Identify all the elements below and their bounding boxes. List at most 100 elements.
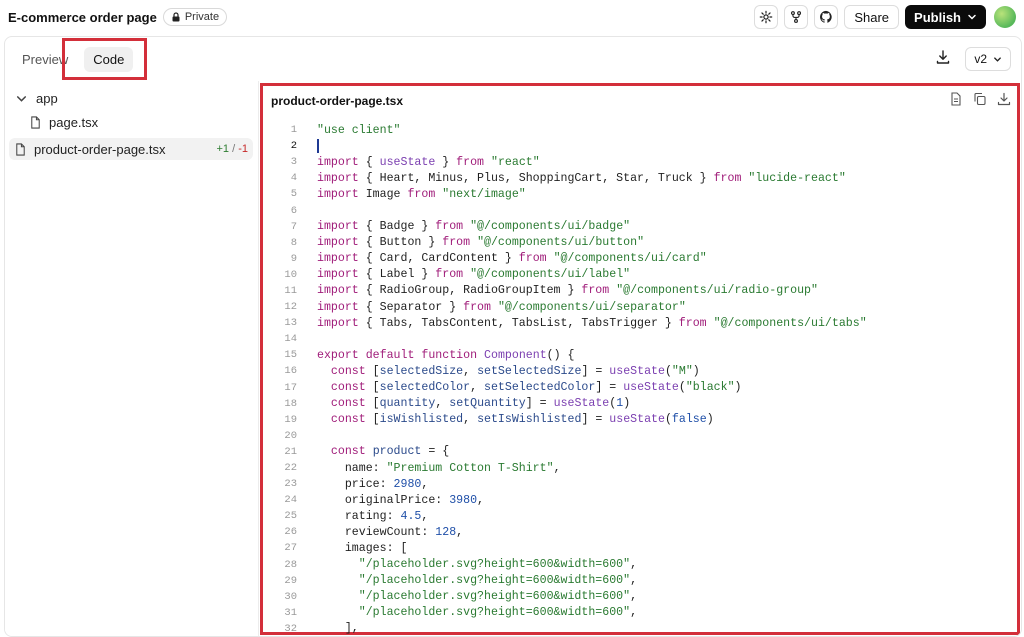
chevron-down-icon [16, 96, 27, 102]
line-number: 22 [284, 462, 297, 475]
code-text: import Image from "next/image" [317, 187, 526, 201]
workspace-panel: Preview Code v2 app page.tsx product-ord… [4, 36, 1022, 637]
code-text: const [selectedSize, setSelectedSize] = … [330, 364, 700, 378]
text-cursor [317, 139, 319, 154]
code-text: reviewCount: 128, [317, 525, 464, 539]
code-line[interactable]: 5 import Image from "next/image" [263, 186, 1017, 202]
line-number: 9 [290, 252, 297, 265]
fork-button[interactable] [784, 5, 809, 29]
line-number: 25 [284, 510, 297, 523]
line-number: 13 [284, 317, 297, 330]
code-line[interactable]: 8 import { Button } from "@/components/ui… [263, 235, 1017, 251]
code-line[interactable]: 12 import { Separator } from "@/component… [263, 299, 1017, 315]
file-text-icon [951, 91, 961, 106]
code-line[interactable]: 21 const product = { [263, 444, 1017, 460]
line-number: 2 [290, 140, 297, 153]
code-text: const [quantity, setQuantity] = useState… [330, 397, 631, 411]
code-line[interactable]: 30 "/placeholder.svg?height=600&width=60… [263, 589, 1017, 605]
download-file-button[interactable] [997, 92, 1011, 111]
code-text: originalPrice: 3980, [317, 493, 485, 507]
line-number: 18 [284, 397, 297, 410]
code-line[interactable]: 27 images: [ [263, 540, 1017, 556]
code-line[interactable]: 28 "/placeholder.svg?height=600&width=60… [263, 557, 1017, 573]
top-bar: E-commerce order page Private Share Publ… [0, 0, 1024, 34]
publish-button[interactable]: Publish [905, 5, 986, 29]
code-line[interactable]: 29 "/placeholder.svg?height=600&width=60… [263, 573, 1017, 589]
diff-separator: / [232, 143, 236, 155]
line-number: 23 [284, 478, 297, 491]
diff-removed: -1 [238, 143, 248, 155]
code-line[interactable]: 22 name: "Premium Cotton T-Shirt", [263, 460, 1017, 476]
line-number: 24 [284, 494, 297, 507]
project-title: E-commerce order page [8, 9, 157, 25]
code-text: "/placeholder.svg?height=600&width=600", [358, 574, 638, 588]
code-line[interactable]: 13 import { Tabs, TabsContent, TabsList, … [263, 315, 1017, 331]
code-line[interactable]: 26 reviewCount: 128, [263, 524, 1017, 540]
file-icon [16, 142, 25, 156]
folder-app[interactable]: app [15, 91, 58, 106]
folder-label: app [36, 91, 58, 106]
line-number: 8 [290, 236, 297, 249]
file-page-tsx[interactable]: page.tsx [29, 115, 98, 130]
code-line[interactable]: 7 import { Badge } from "@/components/ui/… [263, 219, 1017, 235]
code-line[interactable]: 17 const [selectedColor, setSelectedColo… [263, 380, 1017, 396]
code-header: product-order-page.tsx [271, 91, 1011, 111]
code-line[interactable]: 1 "use client" [263, 122, 1017, 138]
line-number: 31 [284, 606, 297, 619]
file-info-button[interactable] [949, 91, 963, 111]
code-text: import { Tabs, TabsContent, TabsList, Ta… [317, 316, 867, 330]
editor-actions [949, 91, 1011, 111]
line-number: 26 [284, 526, 297, 539]
code-line[interactable]: 2 [263, 138, 1017, 154]
code-line[interactable]: 23 price: 2980, [263, 476, 1017, 492]
code-line[interactable]: 4 import { Heart, Minus, Plus, ShoppingCa… [263, 170, 1017, 186]
line-number: 15 [284, 349, 297, 362]
code-text: ], [317, 622, 359, 636]
line-number: 12 [284, 301, 297, 314]
code-line[interactable]: 32 ], [263, 621, 1017, 636]
code-line[interactable]: 15 export default function Component() { [263, 347, 1017, 363]
settings-button[interactable] [754, 5, 779, 29]
line-number: 5 [290, 188, 297, 201]
code-line[interactable]: 20 [263, 428, 1017, 444]
code-lines[interactable]: 1 "use client" 2 3 import { useState } from … [263, 122, 1017, 636]
code-text: import { useState } from "react" [317, 155, 540, 169]
code-tab-highlight [62, 38, 147, 80]
version-label: v2 [974, 52, 987, 66]
line-number: 7 [290, 220, 297, 233]
code-text: name: "Premium Cotton T-Shirt", [317, 461, 561, 475]
file-product-order-page[interactable]: product-order-page.tsx +1 / -1 [9, 138, 253, 160]
copy-button[interactable] [973, 92, 987, 111]
private-badge[interactable]: Private [162, 8, 228, 26]
share-button[interactable]: Share [844, 5, 900, 29]
version-select[interactable]: v2 [965, 47, 1011, 71]
avatar[interactable] [994, 6, 1016, 28]
code-line[interactable]: 24 originalPrice: 3980, [263, 492, 1017, 508]
code-line[interactable]: 14 [263, 331, 1017, 347]
github-button[interactable] [814, 5, 839, 29]
code-line[interactable]: 25 rating: 4.5, [263, 508, 1017, 524]
line-number: 30 [284, 590, 297, 603]
code-line[interactable]: 9 import { Card, CardContent } from "@/co… [263, 251, 1017, 267]
line-number: 17 [284, 381, 297, 394]
code-text: const [isWishlisted, setIsWishlisted] = … [330, 413, 714, 427]
code-line[interactable]: 10 import { Label } from "@/components/ui… [263, 267, 1017, 283]
code-line[interactable]: 3 import { useState } from "react" [263, 154, 1017, 170]
line-number: 27 [284, 542, 297, 555]
code-line[interactable]: 6 [263, 202, 1017, 218]
code-line[interactable]: 16 const [selectedSize, setSelectedSize]… [263, 363, 1017, 379]
code-line[interactable]: 31 "/placeholder.svg?height=600&width=60… [263, 605, 1017, 621]
line-number: 19 [284, 413, 297, 426]
code-text: "/placeholder.svg?height=600&width=600", [358, 590, 638, 604]
code-text: "/placeholder.svg?height=600&width=600", [358, 558, 638, 572]
download-button[interactable] [935, 49, 951, 70]
lock-icon [172, 12, 180, 22]
chevron-down-icon [968, 14, 976, 20]
code-line[interactable]: 18 const [quantity, setQuantity] = useSt… [263, 396, 1017, 412]
code-editor[interactable]: product-order-page.tsx 1 "use client" 2 3 im… [260, 83, 1020, 635]
code-text: import { Heart, Minus, Plus, ShoppingCar… [317, 171, 846, 185]
code-line[interactable]: 19 const [isWishlisted, setIsWishlisted]… [263, 412, 1017, 428]
line-number: 32 [284, 622, 297, 635]
diff-stats: +1 / -1 [216, 143, 248, 155]
code-line[interactable]: 11 import { RadioGroup, RadioGroupItem } … [263, 283, 1017, 299]
